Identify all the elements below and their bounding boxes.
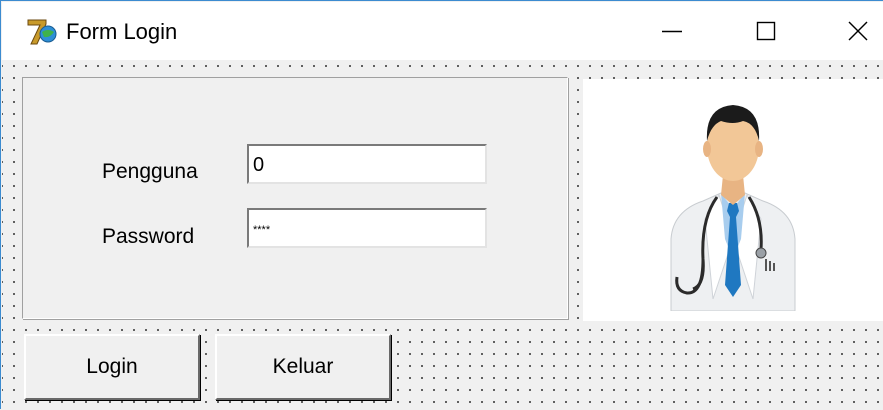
login-window: Form Login Pengguna Password	[0, 0, 883, 410]
exit-button[interactable]: Keluar	[215, 334, 391, 400]
credentials-panel: Pengguna Password	[22, 77, 568, 319]
minimize-button[interactable]	[642, 2, 702, 60]
doctor-avatar-icon	[670, 105, 796, 311]
title-bar[interactable]: Form Login	[2, 2, 883, 60]
user-label: Pengguna	[102, 160, 198, 183]
login-button[interactable]: Login	[24, 334, 200, 400]
user-input[interactable]	[247, 144, 487, 184]
maximize-button[interactable]	[736, 2, 796, 60]
window-title: Form Login	[66, 19, 178, 44]
password-label: Password	[102, 225, 195, 248]
maximize-icon	[756, 21, 776, 41]
close-icon	[848, 21, 868, 41]
doctor-image	[583, 79, 883, 321]
password-input[interactable]	[247, 208, 487, 248]
app-logo-icon	[27, 19, 57, 45]
close-button[interactable]	[828, 2, 883, 60]
minimize-icon	[662, 30, 682, 33]
